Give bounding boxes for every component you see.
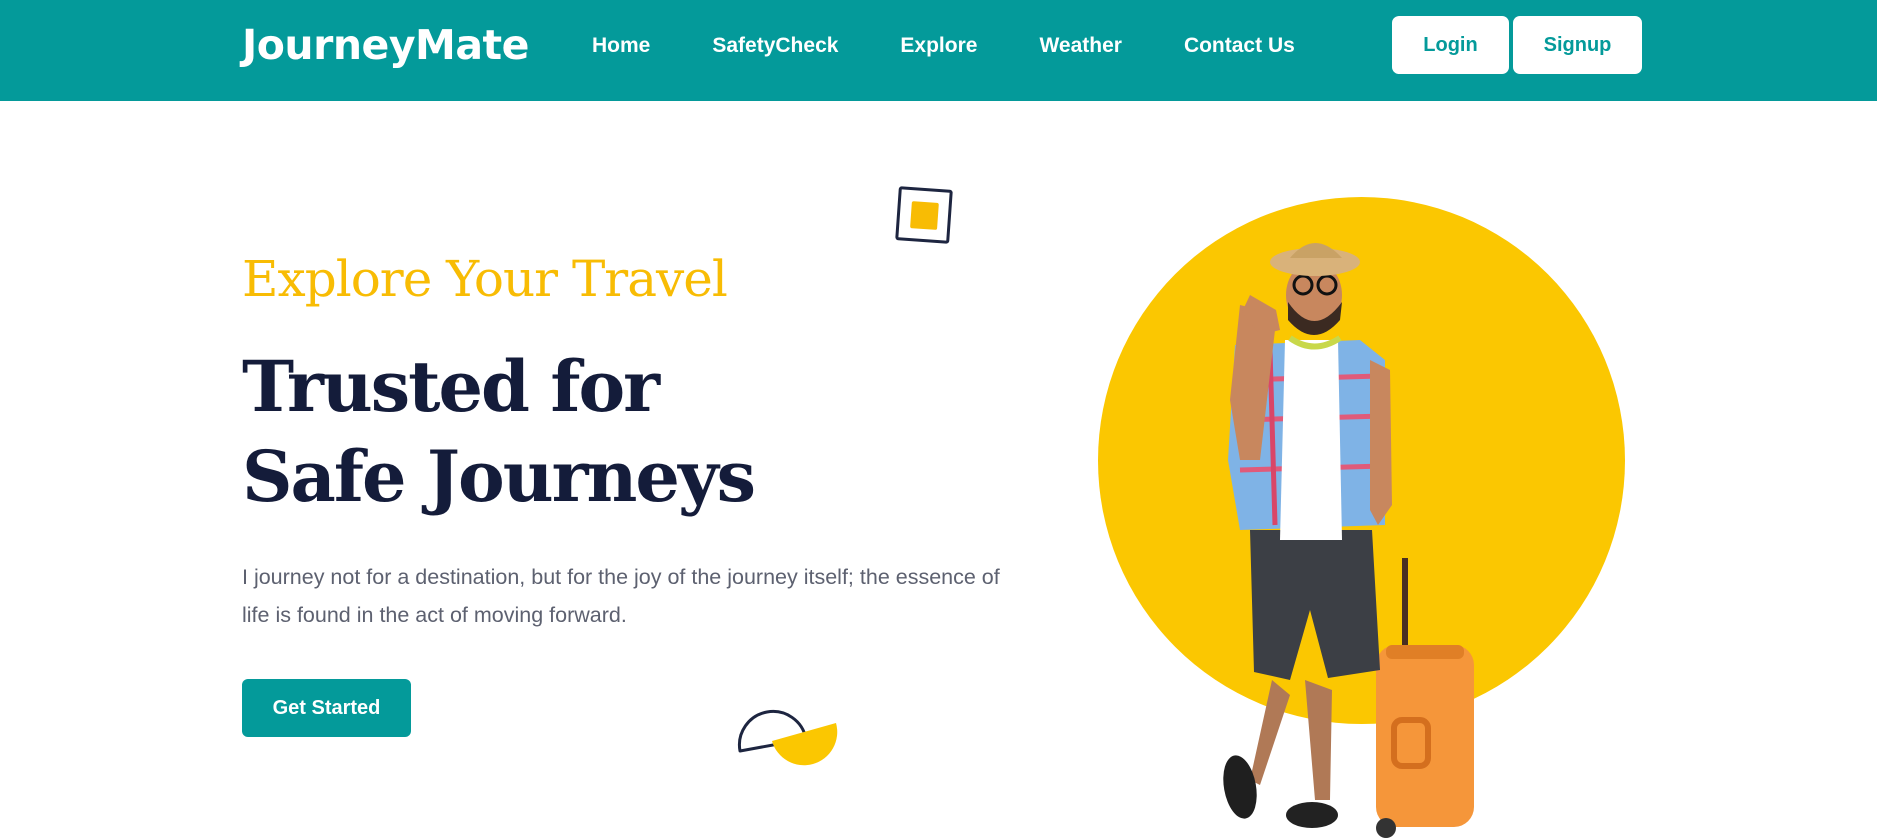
suitcase-icon	[1376, 558, 1474, 838]
tshirt	[1280, 340, 1342, 540]
brand-logo[interactable]: JourneyMate	[242, 18, 529, 72]
square-deco-icon	[895, 186, 953, 244]
hero-title: Trusted for Safe Journeys	[242, 342, 756, 522]
half-circle-deco-icon	[737, 709, 838, 766]
nav-link-explore[interactable]: Explore	[900, 34, 977, 58]
half-circle-fill	[772, 723, 838, 766]
square-deco-fill	[910, 201, 939, 230]
hero-description: I journey not for a destination, but for…	[242, 565, 1000, 627]
hero-kicker: Explore Your Travel	[242, 250, 728, 308]
traveler-image	[1223, 243, 1474, 838]
shorts	[1250, 530, 1380, 680]
hero-title-line-2: Safe Journeys	[242, 435, 756, 518]
right-arm	[1370, 360, 1392, 525]
hero-title-line-1: Trusted for	[242, 345, 660, 428]
login-button[interactable]: Login	[1392, 16, 1509, 74]
legs	[1250, 680, 1332, 800]
signup-button[interactable]: Signup	[1513, 16, 1642, 74]
nav-links: Home SafetyCheck Explore Weather Contact…	[592, 0, 1295, 91]
nav-link-home[interactable]: Home	[592, 34, 650, 58]
nav-link-contact-us[interactable]: Contact Us	[1184, 34, 1295, 58]
get-started-button[interactable]: Get Started	[242, 679, 411, 737]
nav-link-weather[interactable]: Weather	[1039, 34, 1121, 58]
nav-link-safetycheck[interactable]: SafetyCheck	[712, 34, 838, 58]
navbar: JourneyMate Home SafetyCheck Explore Wea…	[0, 0, 1877, 101]
